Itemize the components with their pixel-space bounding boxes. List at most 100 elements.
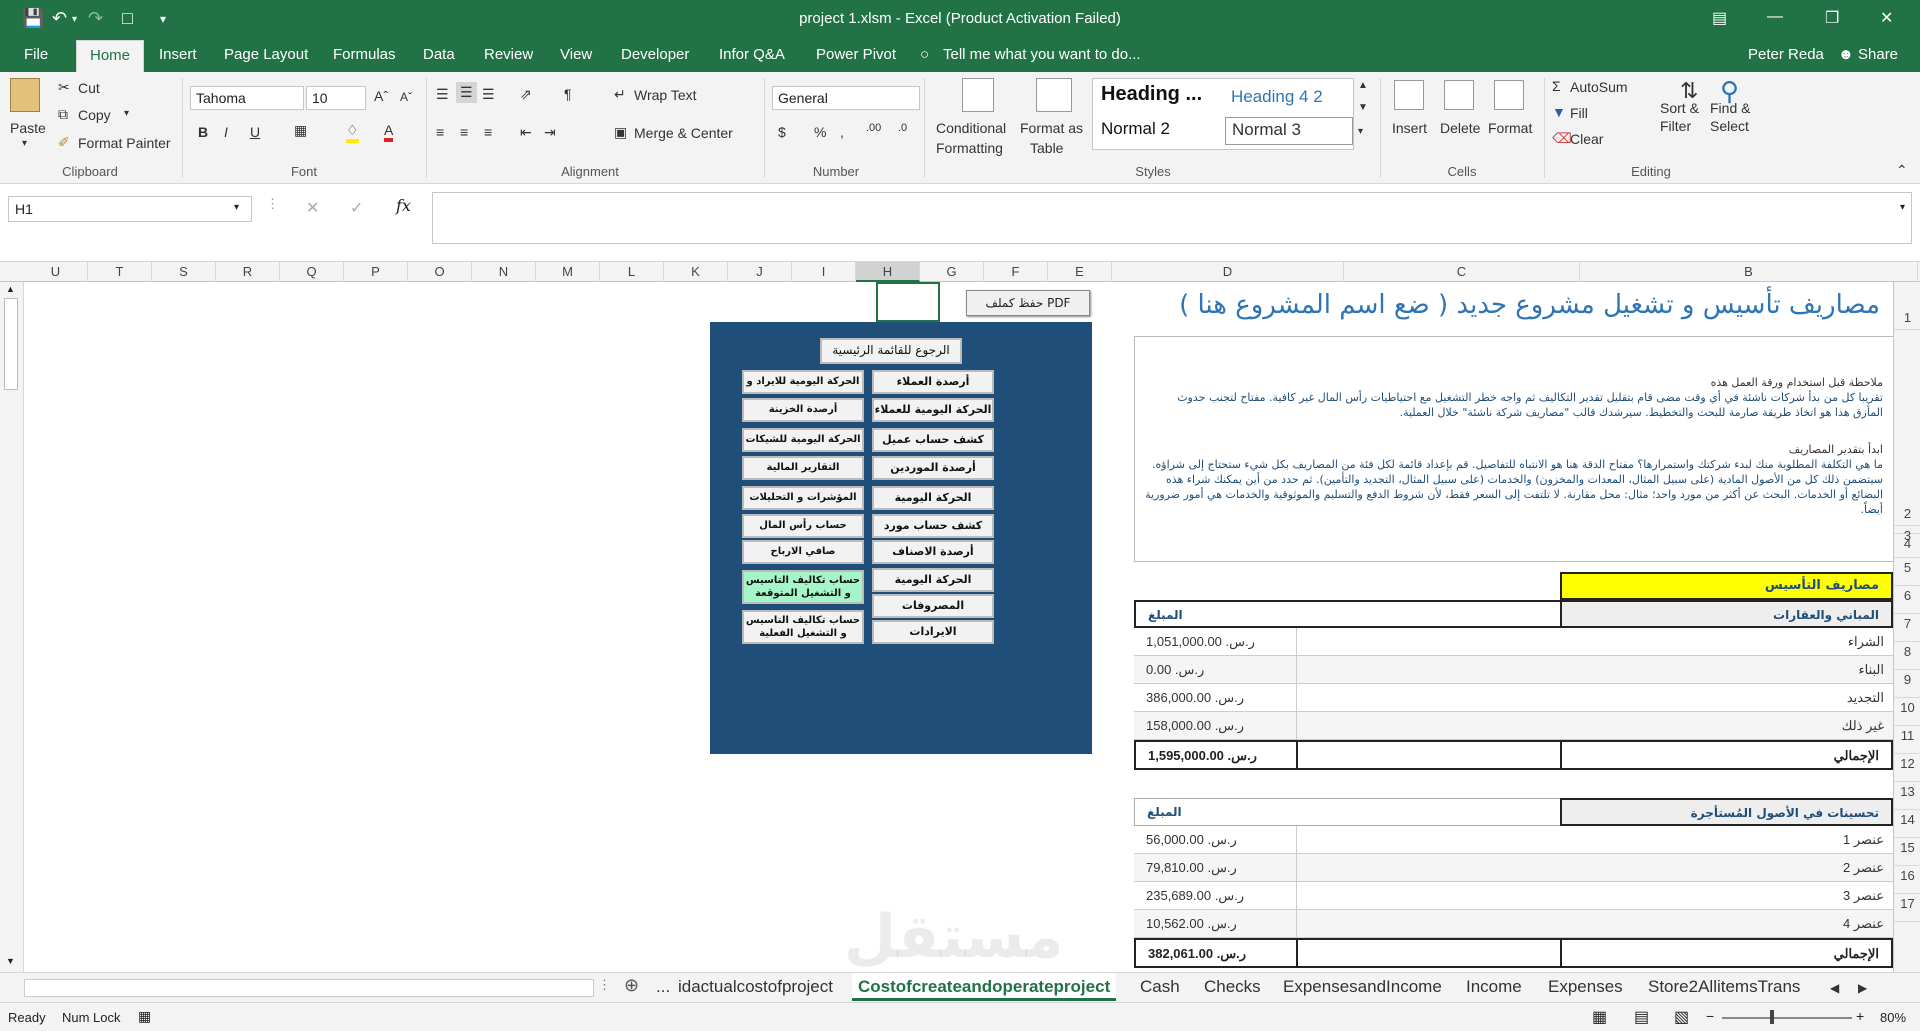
font-color-icon[interactable]: A <box>384 122 394 142</box>
expand-formula-icon[interactable]: ▾ <box>1900 202 1905 213</box>
fill-color-icon[interactable]: ♢ <box>346 122 359 143</box>
column-header[interactable]: L <box>600 262 664 282</box>
copy-icon[interactable]: ⧉ <box>58 106 68 123</box>
insert-function-icon[interactable]: fx <box>396 196 411 215</box>
tab-scroll-left-icon[interactable]: ◀ <box>1830 981 1839 995</box>
cut-button[interactable]: Cut <box>78 80 100 96</box>
menu-home[interactable]: Home <box>76 40 145 72</box>
style-normal-2[interactable]: Normal 2 <box>1101 119 1170 139</box>
row-header[interactable]: 12 <box>1894 754 1920 782</box>
styles-scroll-down-icon[interactable]: ▼ <box>1358 102 1368 113</box>
zoom-slider[interactable] <box>1722 1017 1852 1019</box>
delete-cells-icon[interactable] <box>1444 80 1474 110</box>
wrap-text-icon[interactable]: ↵ <box>614 86 626 103</box>
format-as-table-label2[interactable]: Table <box>1030 140 1063 156</box>
scroll-up-icon[interactable]: ▲ <box>6 284 15 294</box>
horizontal-scrollbar[interactable] <box>24 979 594 997</box>
page-layout-view-icon[interactable]: ▤ <box>1634 1007 1649 1027</box>
align-middle-icon[interactable]: ☰ <box>456 82 477 103</box>
row-header[interactable]: 8 <box>1894 642 1920 670</box>
column-header[interactable]: R <box>216 262 280 282</box>
vertical-scrollbar[interactable]: ▲ ▼ <box>0 282 24 972</box>
menu-infor-qa[interactable]: Infor Q&A <box>719 46 785 63</box>
tab-checks[interactable]: Checks <box>1204 977 1261 997</box>
page-break-view-icon[interactable]: ▧ <box>1674 1007 1689 1027</box>
format-cells-button[interactable]: Format <box>1488 120 1532 136</box>
autosum-button[interactable]: AutoSum <box>1570 79 1628 95</box>
menu-review[interactable]: Review <box>484 46 533 63</box>
decrease-decimal-icon[interactable]: .0 <box>898 122 907 134</box>
font-name-select[interactable]: Tahoma <box>190 86 304 110</box>
table-row[interactable]: ر.س. 235,689.00 عنصر 3 <box>1134 882 1893 910</box>
row-header[interactable]: 9 <box>1894 670 1920 698</box>
column-header[interactable]: I <box>792 262 856 282</box>
back-to-main-menu-button[interactable]: الرجوع للقائمة الرئيسية <box>820 338 962 364</box>
insert-cells-button[interactable]: Insert <box>1392 120 1427 136</box>
panel-button-right-9[interactable]: المصروفات <box>872 594 994 618</box>
column-header[interactable]: Q <box>280 262 344 282</box>
align-bottom-icon[interactable]: ☰ <box>482 86 495 103</box>
format-painter-button[interactable]: Format Painter <box>78 135 171 151</box>
column-header[interactable]: M <box>536 262 600 282</box>
table-row[interactable]: ر.س. 1,051,000.00 الشراء <box>1134 628 1893 656</box>
align-left-icon[interactable]: ≡ <box>436 124 444 140</box>
panel-button-right-6[interactable]: كشف حساب مورد <box>872 514 994 538</box>
table-row[interactable]: ر.س. 0.00 البناء <box>1134 656 1893 684</box>
increase-decimal-icon[interactable]: .00 <box>866 122 881 134</box>
tab-expensesandincome[interactable]: ExpensesandIncome <box>1283 977 1442 997</box>
sort-filter-label2[interactable]: Filter <box>1660 118 1691 134</box>
align-top-icon[interactable]: ☰ <box>436 86 449 103</box>
column-header[interactable]: K <box>664 262 728 282</box>
style-heading-dots[interactable]: Heading ... <box>1101 83 1202 106</box>
column-header[interactable]: F <box>984 262 1048 282</box>
tell-me-search[interactable]: Tell me what you want to do... <box>943 46 1141 63</box>
menu-developer[interactable]: Developer <box>621 46 689 63</box>
panel-button-right-7[interactable]: أرصدة الاصناف <box>872 540 994 564</box>
column-header[interactable]: J <box>728 262 792 282</box>
cut-icon[interactable]: ✂ <box>58 79 70 96</box>
comma-icon[interactable]: , <box>840 124 844 140</box>
menu-insert[interactable]: Insert <box>159 46 197 63</box>
clear-button[interactable]: Clear <box>1570 131 1603 147</box>
tab-scroll-more[interactable]: ... <box>656 977 670 997</box>
table-row[interactable]: ر.س. 79,810.00 عنصر 2 <box>1134 854 1893 882</box>
format-as-table-icon[interactable] <box>1036 78 1072 112</box>
decrease-indent-icon[interactable]: ⇤ <box>520 124 532 141</box>
currency-icon[interactable]: $ <box>778 124 786 140</box>
column-header[interactable]: T <box>88 262 152 282</box>
panel-button-right-10[interactable]: الايرادات <box>872 620 994 644</box>
column-header[interactable]: N <box>472 262 536 282</box>
paste-button[interactable]: Paste <box>10 120 46 136</box>
row-header[interactable]: 2 <box>1894 330 1920 526</box>
paste-icon[interactable] <box>10 78 40 112</box>
menu-data[interactable]: Data <box>423 46 455 63</box>
number-format-select[interactable]: General <box>772 86 920 110</box>
menu-formulas[interactable]: Formulas <box>333 46 396 63</box>
conditional-formatting-icon[interactable] <box>962 78 994 112</box>
paste-dropdown-icon[interactable]: ▾ <box>22 138 27 149</box>
styles-scroll-up-icon[interactable]: ▲ <box>1358 80 1368 91</box>
zoom-level[interactable]: 80% <box>1880 1010 1906 1025</box>
row-header[interactable]: 14 <box>1894 810 1920 838</box>
panel-button-right-5[interactable]: الحركة اليومية للموردين <box>872 486 994 510</box>
tab-scroll-right-icon[interactable]: ▶ <box>1858 981 1867 995</box>
bold-icon[interactable]: B <box>198 124 208 140</box>
style-heading-4-2[interactable]: Heading 4 2 <box>1231 87 1323 107</box>
scroll-thumb[interactable] <box>4 298 18 390</box>
tab-split-handle[interactable]: ⋮ <box>598 977 611 993</box>
row-header[interactable]: 15 <box>1894 838 1920 866</box>
rtl-icon[interactable]: ¶ <box>564 86 572 102</box>
find-select-button[interactable]: Find & <box>1710 100 1750 116</box>
row-header[interactable]: 17 <box>1894 894 1920 922</box>
column-header[interactable]: P <box>344 262 408 282</box>
underline-icon[interactable]: U <box>250 124 260 140</box>
panel-button-right-8[interactable]: الحركة اليومية للاصناف <box>872 568 994 592</box>
save-pdf-button[interactable]: حفظ كملف PDF <box>966 290 1090 316</box>
menu-view[interactable]: View <box>560 46 592 63</box>
menu-file[interactable]: File <box>24 46 48 63</box>
name-box[interactable]: H1 <box>8 196 252 222</box>
tab-expenses[interactable]: Expenses <box>1548 977 1623 997</box>
italic-icon[interactable]: I <box>224 124 228 140</box>
styles-more-icon[interactable]: ▾ <box>1358 126 1363 137</box>
style-normal-3[interactable]: Normal 3 <box>1225 117 1353 145</box>
